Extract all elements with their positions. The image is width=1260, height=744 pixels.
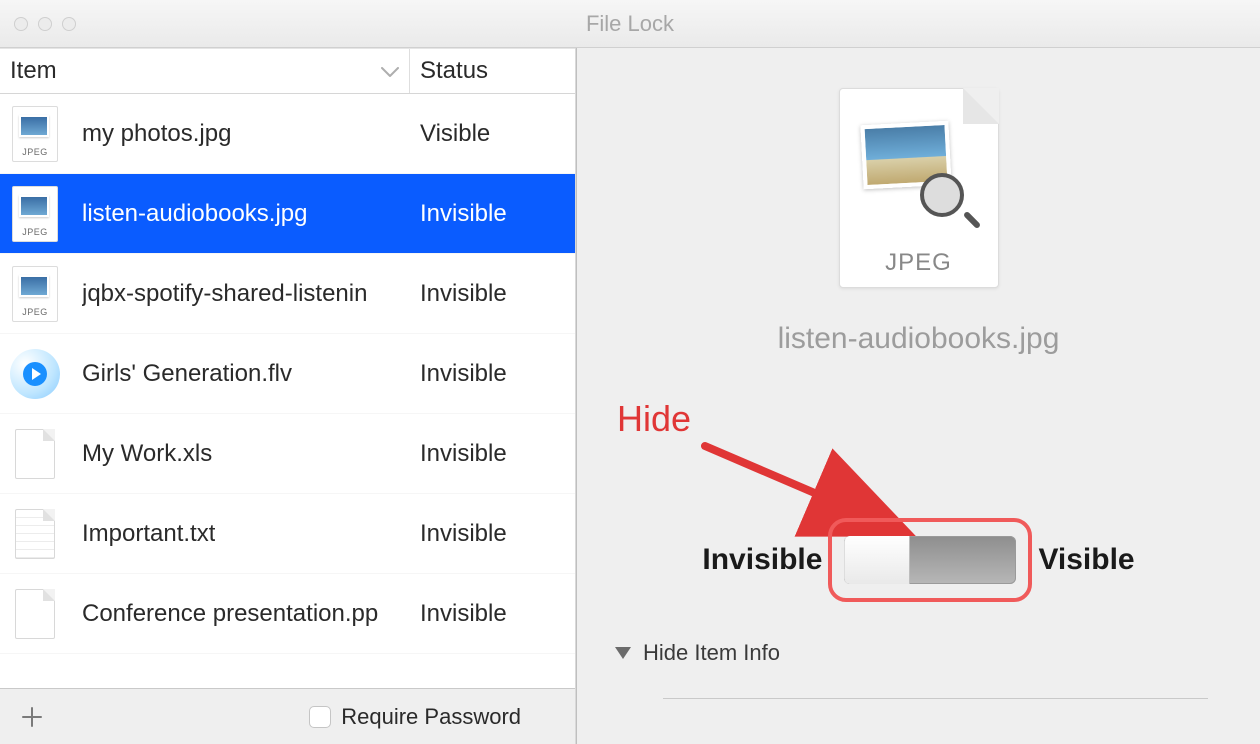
file-name: my photos.jpg xyxy=(82,120,231,148)
cell-status: Invisible xyxy=(410,360,575,388)
file-icon xyxy=(10,349,60,399)
preview-filename: listen-audiobooks.jpg xyxy=(778,322,1060,356)
table-row[interactable]: listen-audiobooks.jpg Invisible xyxy=(0,174,575,254)
require-password-label: Require Password xyxy=(341,704,521,730)
file-name: Girls' Generation.flv xyxy=(82,360,292,388)
disclosure-triangle-icon xyxy=(615,647,631,659)
body: Item Status my photos.jpg Visible listen-a… xyxy=(0,48,1260,744)
file-name: Conference presentation.pp xyxy=(82,600,378,628)
file-icon xyxy=(10,109,60,159)
cell-item: listen-audiobooks.jpg xyxy=(0,189,410,239)
window-title: File Lock xyxy=(0,11,1260,37)
jpeg-file-icon xyxy=(12,186,58,242)
file-icon xyxy=(10,189,60,239)
column-header-item[interactable]: Item xyxy=(0,49,410,93)
table-body-wrap: my photos.jpg Visible listen-audiobooks.jp… xyxy=(0,94,575,688)
preview-pane: JPEG listen-audiobooks.jpg Hide Invisibl… xyxy=(577,48,1260,744)
text-file-icon xyxy=(15,509,55,559)
file-icon xyxy=(10,589,60,639)
table-header: Item Status xyxy=(0,48,575,94)
cell-status: Invisible xyxy=(410,200,575,228)
file-name: jqbx-spotify-shared-listenin xyxy=(82,280,367,308)
file-preview-icon: JPEG xyxy=(839,88,999,288)
visible-label: Visible xyxy=(1038,543,1134,577)
window: File Lock Item Status my photos.jpg Visib… xyxy=(0,0,1260,744)
sort-chevron-icon xyxy=(381,57,399,85)
cell-item: Important.txt xyxy=(0,509,410,559)
file-icon xyxy=(10,269,60,319)
cell-status: Invisible xyxy=(410,520,575,548)
table-row[interactable]: Girls' Generation.flv Invisible xyxy=(0,334,575,414)
require-password-option[interactable]: Require Password xyxy=(309,704,521,730)
hide-item-info-label: Hide Item Info xyxy=(643,640,780,666)
table-row[interactable]: Important.txt Invisible xyxy=(0,494,575,574)
cell-item: my photos.jpg xyxy=(0,109,410,159)
annotation-text: Hide xyxy=(617,398,691,440)
cell-status: Invisible xyxy=(410,280,575,308)
invisible-label: Invisible xyxy=(702,543,822,577)
file-list-pane: Item Status my photos.jpg Visible listen-a… xyxy=(0,48,575,744)
file-icon xyxy=(10,429,60,479)
toggle-knob[interactable] xyxy=(844,536,910,584)
file-name: listen-audiobooks.jpg xyxy=(82,200,307,228)
video-file-icon xyxy=(10,349,60,399)
cell-item: Girls' Generation.flv xyxy=(0,349,410,399)
hide-item-info-toggle[interactable]: Hide Item Info xyxy=(615,640,780,666)
file-ext-label: JPEG xyxy=(840,249,998,277)
visibility-toggle-area: Invisible Visible xyxy=(625,518,1212,602)
file-name: My Work.xls xyxy=(82,440,212,468)
annotation-highlight-box xyxy=(828,518,1032,602)
cell-status: Visible xyxy=(410,120,575,148)
table-row[interactable]: my photos.jpg Visible xyxy=(0,94,575,174)
file-name: Important.txt xyxy=(82,520,215,548)
footer-bar: Require Password xyxy=(0,688,575,744)
table-row[interactable]: jqbx-spotify-shared-listenin Invisible xyxy=(0,254,575,334)
visibility-toggle[interactable] xyxy=(844,536,1016,584)
add-item-button[interactable] xyxy=(14,699,50,735)
preview-header: JPEG listen-audiobooks.jpg xyxy=(577,48,1260,356)
document-file-icon xyxy=(15,429,55,479)
cell-status: Invisible xyxy=(410,600,575,628)
jpeg-file-icon xyxy=(12,266,58,322)
cell-item: Conference presentation.pp xyxy=(0,589,410,639)
cell-item: My Work.xls xyxy=(0,429,410,479)
jpeg-file-icon xyxy=(12,106,58,162)
table-body[interactable]: my photos.jpg Visible listen-audiobooks.jp… xyxy=(0,94,575,688)
file-icon xyxy=(10,509,60,559)
cell-item: jqbx-spotify-shared-listenin xyxy=(0,269,410,319)
column-header-status-label: Status xyxy=(420,57,488,84)
column-header-status[interactable]: Status xyxy=(410,57,575,85)
info-divider xyxy=(663,698,1208,699)
document-file-icon xyxy=(15,589,55,639)
titlebar: File Lock xyxy=(0,0,1260,48)
cell-status: Invisible xyxy=(410,440,575,468)
require-password-checkbox[interactable] xyxy=(309,706,331,728)
table-row[interactable]: Conference presentation.pp Invisible xyxy=(0,574,575,654)
table-row[interactable]: My Work.xls Invisible xyxy=(0,414,575,494)
column-header-item-label: Item xyxy=(10,57,57,85)
